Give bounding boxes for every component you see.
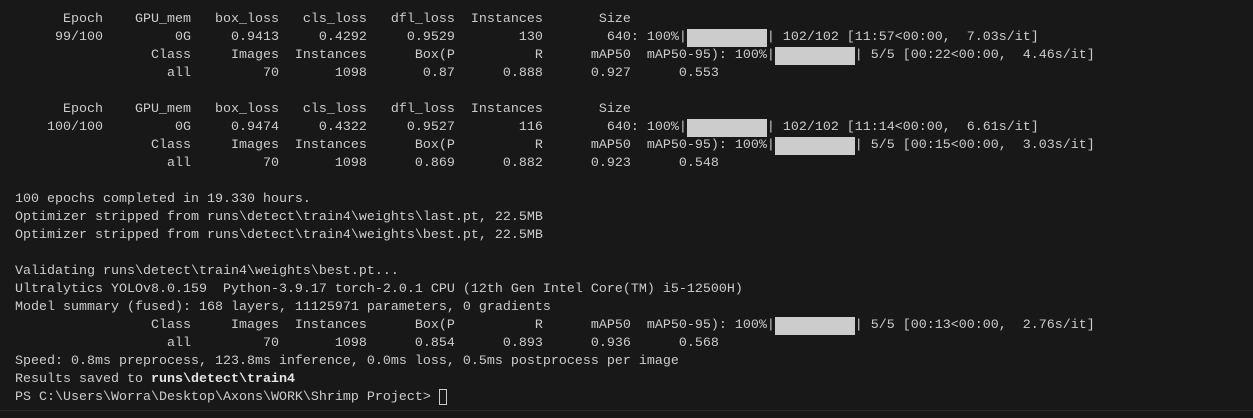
progress-bar: [774, 137, 855, 155]
val-timing: | 5/5 [00:15<00:00, 3.03s/it]: [854, 138, 1095, 153]
progress-bar: [686, 119, 767, 137]
status-bar-divider: [0, 410, 1253, 418]
prompt-line[interactable]: PS C:\Users\Worra\Desktop\Axons\WORK\Shr…: [15, 389, 1095, 407]
val-result-line: all 70 1098 0.869 0.882 0.923 0.548: [15, 156, 719, 171]
epochs-completed: 100 epochs completed in 19.330 hours.: [15, 192, 311, 207]
val-result-line: all 70 1098 0.854 0.893 0.936 0.568: [15, 336, 719, 351]
shell-prompt: PS C:\Users\Worra\Desktop\Axons\WORK\Shr…: [15, 390, 431, 405]
speed-line: Speed: 0.8ms preprocess, 123.8ms inferen…: [15, 354, 679, 369]
progress-bar: [686, 29, 767, 47]
val-progress-line: Class Images Instances Box(P R mAP50 mAP…: [15, 47, 1095, 65]
validating-line: Validating runs\detect\train4\weights\be…: [15, 264, 399, 279]
epoch-header: Epoch GPU_mem box_loss cls_loss dfl_loss…: [15, 102, 631, 117]
val-result-line: all 70 1098 0.87 0.888 0.927 0.553: [15, 66, 719, 81]
train-timing: | 102/102 [11:14<00:00, 6.61s/it]: [766, 120, 1039, 135]
progress-bar: [774, 47, 855, 65]
cursor[interactable]: [438, 389, 447, 405]
epoch-header: Epoch GPU_mem box_loss cls_loss dfl_loss…: [15, 12, 631, 27]
val-header: Class Images Instances Box(P R mAP50 mAP…: [15, 48, 775, 63]
optimizer-stripped-last: Optimizer stripped from runs\detect\trai…: [15, 210, 543, 225]
train-stats: 100/100 0G 0.9474 0.4322 0.9527 116 640:…: [15, 120, 687, 135]
train-timing: | 102/102 [11:57<00:00, 7.03s/it]: [766, 30, 1039, 45]
results-path: runs\detect\train4: [150, 372, 295, 387]
optimizer-stripped-best: Optimizer stripped from runs\detect\trai…: [15, 228, 543, 243]
terminal-output[interactable]: Epoch GPU_mem box_loss cls_loss dfl_loss…: [15, 11, 1095, 407]
train-progress-line: 100/100 0G 0.9474 0.4322 0.9527 116 640:…: [15, 119, 1095, 137]
train-progress-line: 99/100 0G 0.9413 0.4292 0.9529 130 640: …: [15, 29, 1095, 47]
val-header: Class Images Instances Box(P R mAP50 mAP…: [15, 138, 775, 153]
results-prefix: Results saved to: [15, 372, 151, 387]
results-saved-line: Results saved to runs\detect\train4: [15, 371, 1095, 389]
model-summary-line: Model summary (fused): 168 layers, 11125…: [15, 300, 551, 315]
val-progress-line: Class Images Instances Box(P R mAP50 mAP…: [15, 137, 1095, 155]
val-progress-line: Class Images Instances Box(P R mAP50 mAP…: [15, 317, 1095, 335]
val-timing: | 5/5 [00:13<00:00, 2.76s/it]: [854, 318, 1095, 333]
val-header: Class Images Instances Box(P R mAP50 mAP…: [15, 318, 775, 333]
progress-bar: [774, 317, 855, 335]
val-timing: | 5/5 [00:22<00:00, 4.46s/it]: [854, 48, 1095, 63]
environment-line: Ultralytics YOLOv8.0.159 Python-3.9.17 t…: [15, 282, 743, 297]
train-stats: 99/100 0G 0.9413 0.4292 0.9529 130 640: …: [15, 30, 687, 45]
